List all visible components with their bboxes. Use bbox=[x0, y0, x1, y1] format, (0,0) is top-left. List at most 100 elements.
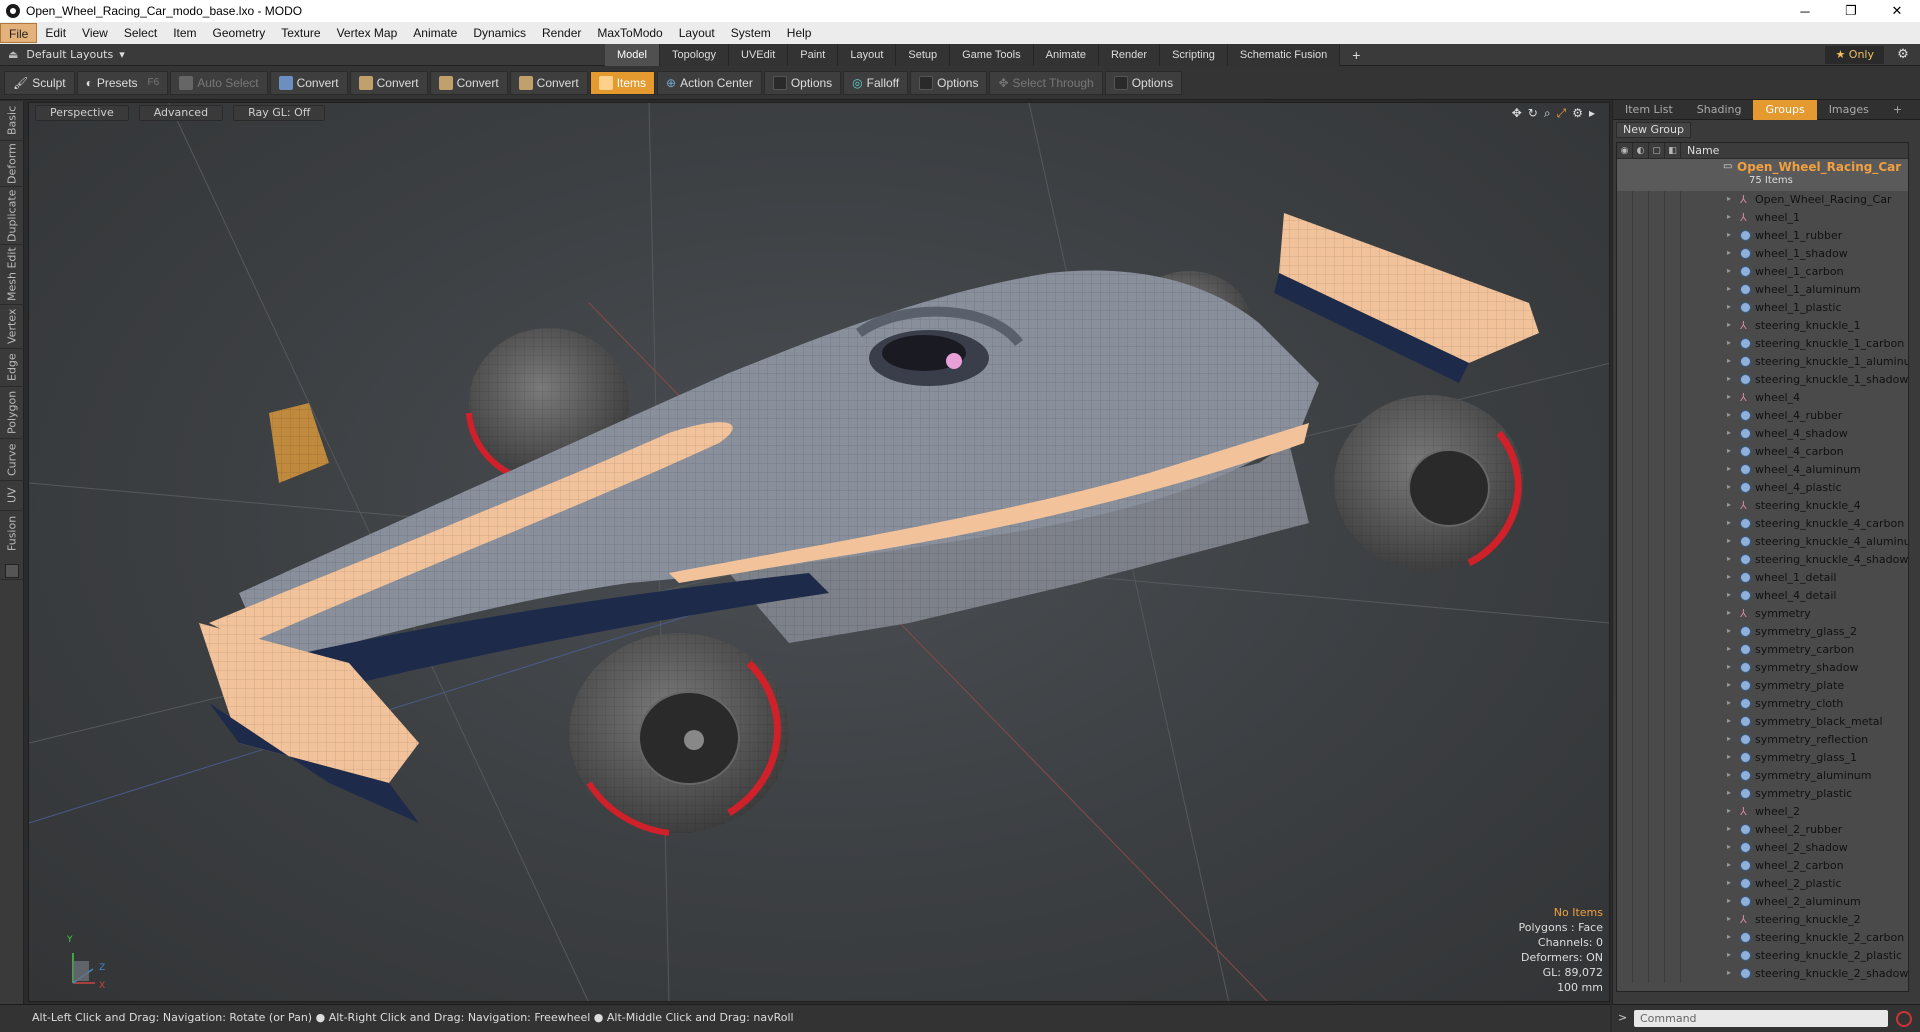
expand-triangle-icon[interactable]: ▸ bbox=[1727, 914, 1731, 923]
menu-maxtomodo[interactable]: MaxToModo bbox=[589, 23, 670, 43]
expand-triangle-icon[interactable]: ▸ bbox=[1727, 842, 1731, 851]
expand-triangle-icon[interactable]: ▸ bbox=[1727, 446, 1731, 455]
menu-vertex-map[interactable]: Vertex Map bbox=[329, 23, 406, 43]
view-type-dropdown[interactable]: Perspective bbox=[35, 105, 129, 121]
group-item-row[interactable]: ▸ symmetry_aluminum bbox=[1617, 767, 1908, 785]
menu-edit[interactable]: Edit bbox=[37, 23, 74, 43]
layouts-dropdown[interactable]: Default Layouts ▾ bbox=[26, 48, 124, 61]
expand-triangle-icon[interactable]: ▸ bbox=[1727, 194, 1731, 203]
new-group-button[interactable]: New Group bbox=[1616, 122, 1691, 138]
group-item-row[interactable]: ▸ ⅄ steering_knuckle_2 bbox=[1617, 911, 1908, 929]
group-item-row[interactable]: ▸ wheel_2_plastic bbox=[1617, 875, 1908, 893]
menu-texture[interactable]: Texture bbox=[273, 23, 328, 43]
group-item-row[interactable]: ▸ wheel_1_shadow bbox=[1617, 245, 1908, 263]
group-item-row[interactable]: ▸ wheel_1_aluminum bbox=[1617, 281, 1908, 299]
expand-triangle-icon[interactable]: ▸ bbox=[1727, 518, 1731, 527]
menu-view[interactable]: View bbox=[74, 23, 116, 43]
group-item-row[interactable]: ▸ symmetry_carbon bbox=[1617, 641, 1908, 659]
expand-triangle-icon[interactable]: ▸ bbox=[1727, 752, 1731, 761]
tab-groups[interactable]: Groups bbox=[1753, 99, 1817, 120]
falloff-button[interactable]: ◎ Falloff bbox=[843, 70, 909, 95]
menu-help[interactable]: Help bbox=[779, 23, 820, 43]
group-item-row[interactable]: ▸ wheel_4_aluminum bbox=[1617, 461, 1908, 479]
group-item-row[interactable]: ▸ steering_knuckle_1_shadow bbox=[1617, 371, 1908, 389]
expand-triangle-icon[interactable]: ▸ bbox=[1727, 824, 1731, 833]
menu-layout[interactable]: Layout bbox=[671, 23, 723, 43]
group-item-row[interactable]: ▸ wheel_1_rubber bbox=[1617, 227, 1908, 245]
expand-triangle-icon[interactable]: ▸ bbox=[1727, 860, 1731, 869]
group-item-row[interactable]: ▸ steering_knuckle_4_shadow bbox=[1617, 551, 1908, 569]
menu-select[interactable]: Select bbox=[116, 23, 165, 43]
menu-animate[interactable]: Animate bbox=[405, 23, 465, 43]
group-item-row[interactable]: ▸ symmetry_black_metal bbox=[1617, 713, 1908, 731]
add-tab-button[interactable]: + bbox=[1340, 44, 1372, 66]
name-column-header[interactable]: Name bbox=[1681, 143, 1719, 158]
tab-layout[interactable]: Layout bbox=[838, 44, 897, 66]
menu-file[interactable]: File bbox=[0, 23, 38, 43]
action-center-button[interactable]: ⊕ Action Center bbox=[657, 70, 762, 95]
group-item-row[interactable]: ▸ ⅄ symmetry bbox=[1617, 605, 1908, 623]
group-item-row[interactable]: ▸ wheel_4_rubber bbox=[1617, 407, 1908, 425]
expand-triangle-icon[interactable]: ▸ bbox=[1727, 770, 1731, 779]
expand-triangle-icon[interactable]: ▸ bbox=[1727, 590, 1731, 599]
convert-edges-button[interactable]: Convert bbox=[349, 70, 428, 95]
shading-mode-dropdown[interactable]: Advanced bbox=[138, 105, 224, 121]
expand-triangle-icon[interactable]: ▸ bbox=[1727, 932, 1731, 941]
left-tab-mesh-edit[interactable]: Mesh Edit bbox=[0, 244, 24, 304]
expand-triangle-icon[interactable]: ▸ bbox=[1727, 320, 1731, 329]
left-tab-polygon[interactable]: Polygon bbox=[0, 386, 24, 438]
command-input[interactable]: Command bbox=[1634, 1010, 1888, 1027]
expand-triangle-icon[interactable]: ▸ bbox=[1727, 266, 1731, 275]
group-item-row[interactable]: ▸ wheel_2_rubber bbox=[1617, 821, 1908, 839]
group-item-row[interactable]: ▸ symmetry_cloth bbox=[1617, 695, 1908, 713]
group-item-row[interactable]: ▸ steering_knuckle_4_aluminum bbox=[1617, 533, 1908, 551]
expand-triangle-icon[interactable]: ▸ bbox=[1727, 662, 1731, 671]
group-item-row[interactable]: ▸ wheel_4_shadow bbox=[1617, 425, 1908, 443]
expand-triangle-icon[interactable]: ▸ bbox=[1727, 374, 1731, 383]
group-item-row[interactable]: ▸ ⅄ steering_knuckle_1 bbox=[1617, 317, 1908, 335]
items-mode-button[interactable]: Items bbox=[589, 70, 656, 95]
expand-triangle-icon[interactable]: ▸ bbox=[1727, 698, 1731, 707]
menu-system[interactable]: System bbox=[723, 23, 779, 43]
group-item-row[interactable]: ▸ ⅄ steering_knuckle_4 bbox=[1617, 497, 1908, 515]
add-tab-icon[interactable]: + bbox=[1881, 100, 1914, 120]
left-tab-duplicate[interactable]: Duplicate bbox=[0, 186, 24, 244]
group-item-row[interactable]: ▸ wheel_2_aluminum bbox=[1617, 893, 1908, 911]
expand-triangle-icon[interactable]: ▸ bbox=[1727, 356, 1731, 365]
group-item-row[interactable]: ▸ steering_knuckle_2_carbon bbox=[1617, 929, 1908, 947]
groups-tree[interactable]: ◉ ◐ ▢ ◧ Name ▭ Open_Wheel_Racing_Car 75 … bbox=[1616, 142, 1909, 992]
group-item-row[interactable]: ▸ symmetry_reflection bbox=[1617, 731, 1908, 749]
left-tab-curve[interactable]: Curve bbox=[0, 438, 24, 480]
pan-icon[interactable]: ✥ bbox=[1512, 106, 1522, 121]
rotate-icon[interactable]: ↻ bbox=[1528, 106, 1538, 121]
left-tab-fusion[interactable]: Fusion bbox=[0, 510, 24, 556]
select-through-options-button[interactable]: Options bbox=[1104, 70, 1183, 95]
expand-triangle-icon[interactable]: ▸ bbox=[1727, 554, 1731, 563]
menu-dynamics[interactable]: Dynamics bbox=[465, 23, 534, 43]
tab-model[interactable]: Model bbox=[605, 44, 660, 66]
left-tab-uv[interactable]: UV bbox=[0, 480, 24, 510]
maximize-button[interactable]: ❐ bbox=[1828, 0, 1874, 22]
presets-button[interactable]: ◐ Presets F6 bbox=[76, 70, 169, 95]
expand-triangle-icon[interactable]: ▸ bbox=[1727, 302, 1731, 311]
group-item-row[interactable]: ▸ symmetry_glass_2 bbox=[1617, 623, 1908, 641]
expand-triangle-icon[interactable]: ▸ bbox=[1727, 716, 1731, 725]
group-item-row[interactable]: ▸ steering_knuckle_1_carbon bbox=[1617, 335, 1908, 353]
convert-polygons-button[interactable]: Convert bbox=[429, 70, 508, 95]
expand-triangle-icon[interactable]: ▸ bbox=[1727, 482, 1731, 491]
group-item-row[interactable]: ▸ wheel_4_detail bbox=[1617, 587, 1908, 605]
expand-triangle-icon[interactable]: ▸ bbox=[1727, 950, 1731, 959]
expand-triangle-icon[interactable]: ▸ bbox=[1727, 284, 1731, 293]
action-center-options-button[interactable]: Options bbox=[763, 70, 842, 95]
record-icon[interactable] bbox=[1896, 1011, 1912, 1027]
expand-triangle-icon[interactable]: ▸ bbox=[1727, 392, 1731, 401]
convert-vertices-button[interactable]: Convert bbox=[269, 70, 348, 95]
menu-render[interactable]: Render bbox=[534, 23, 589, 43]
tab-animate[interactable]: Animate bbox=[1033, 44, 1099, 66]
expand-triangle-icon[interactable]: ▸ bbox=[1727, 626, 1731, 635]
tab-game-tools[interactable]: Game Tools bbox=[950, 44, 1034, 66]
fit-icon[interactable]: ⤢ bbox=[1557, 106, 1567, 121]
expand-triangle-icon[interactable]: ▸ bbox=[1727, 644, 1731, 653]
expand-triangle-icon[interactable]: ▸ bbox=[1727, 248, 1731, 257]
tab-setup[interactable]: Setup bbox=[896, 44, 951, 66]
